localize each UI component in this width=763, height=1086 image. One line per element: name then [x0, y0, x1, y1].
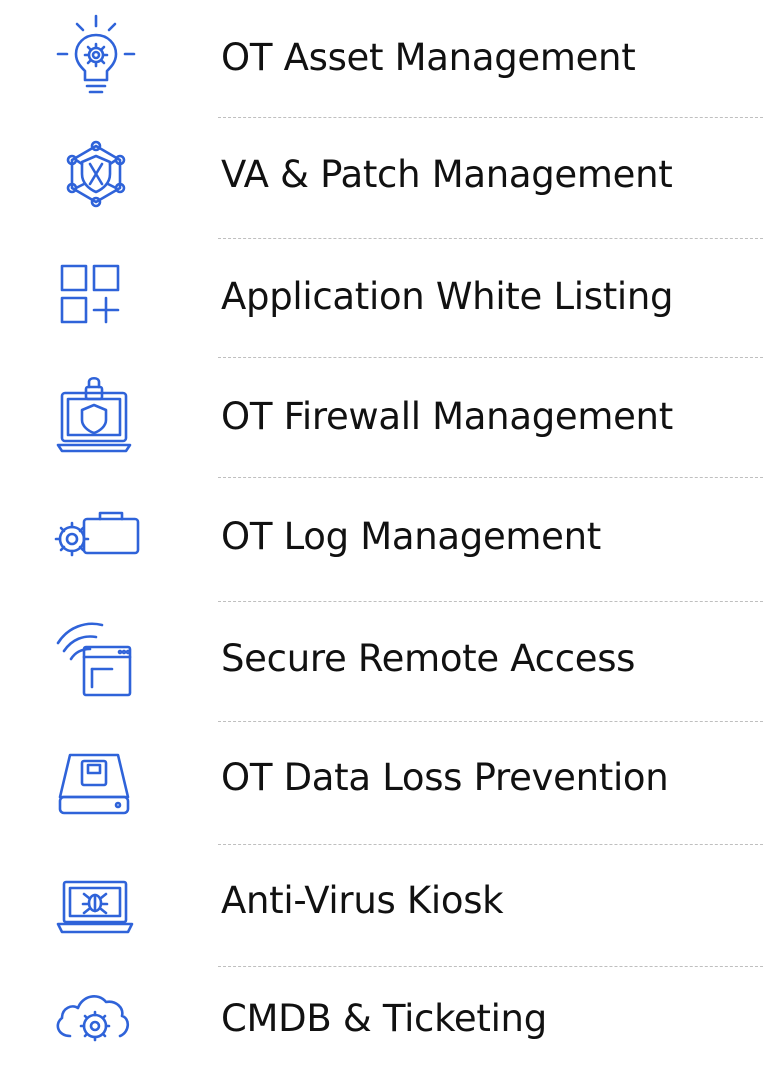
gear-briefcase-icon — [40, 485, 140, 581]
lightbulb-gear-icon — [40, 8, 140, 104]
app-grid-plus-icon — [40, 246, 140, 342]
list-item: Application White Listing — [0, 238, 763, 358]
laptop-shield-lock-icon — [40, 365, 140, 461]
item-label: OT Firewall Management — [221, 395, 673, 438]
wifi-window-icon — [40, 609, 140, 705]
list-item: CMDB & Ticketing — [0, 966, 763, 1086]
list-item: Secure Remote Access — [0, 601, 763, 722]
item-label: OT Data Loss Prevention — [221, 756, 669, 799]
list-item: VA & Patch Management — [0, 118, 763, 239]
list-item: OT Firewall Management — [0, 357, 763, 478]
list-item: Anti-Virus Kiosk — [0, 844, 763, 967]
feature-list: OT Asset Management VA & Patch Managemen… — [0, 0, 763, 1044]
item-label: OT Log Management — [221, 515, 601, 558]
cloud-gear-icon — [40, 966, 140, 1062]
list-item: OT Log Management — [0, 477, 763, 602]
item-label: Secure Remote Access — [221, 637, 636, 680]
list-item: OT Data Loss Prevention — [0, 721, 763, 845]
item-label: CMDB & Ticketing — [221, 997, 547, 1040]
laptop-bug-icon — [40, 852, 140, 948]
list-item: OT Asset Management — [0, 0, 763, 120]
hard-drive-icon — [40, 729, 140, 825]
item-label: OT Asset Management — [221, 36, 636, 79]
network-shield-icon — [40, 126, 140, 222]
item-label: Application White Listing — [221, 275, 674, 318]
item-label: Anti-Virus Kiosk — [221, 879, 504, 922]
item-label: VA & Patch Management — [221, 153, 673, 196]
